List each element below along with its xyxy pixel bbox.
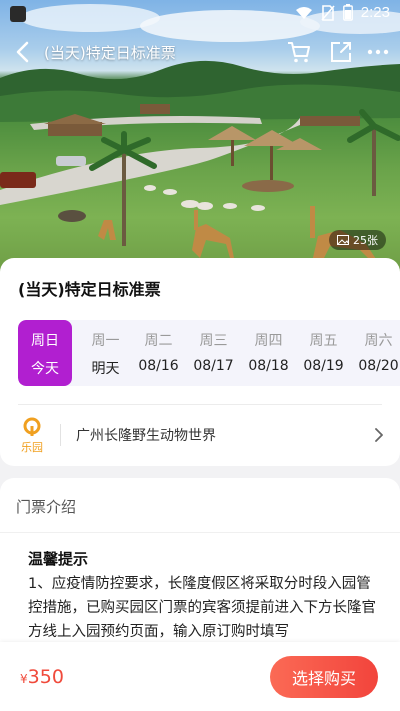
- intro-title: 门票介绍: [16, 498, 77, 516]
- park-logo-text: 乐园: [21, 441, 43, 454]
- date-option-0817[interactable]: 周三 08/17: [186, 320, 241, 386]
- nav-bar: (当天)特定日标准票: [0, 34, 400, 70]
- weekday-label: 周四: [254, 333, 283, 349]
- select-purchase-button[interactable]: 选择购买: [270, 656, 378, 698]
- date-label: 08/18: [248, 358, 289, 374]
- share-icon[interactable]: [328, 39, 354, 65]
- photo-count-badge[interactable]: 25张: [329, 230, 386, 250]
- status-bar: 2:23: [0, 0, 400, 28]
- notification-icon: [10, 6, 26, 22]
- date-label: 明天: [91, 361, 120, 377]
- chevron-right-icon: [375, 428, 383, 442]
- weekday-label: 周二: [144, 333, 173, 349]
- date-option-today[interactable]: 周日 今天: [18, 320, 72, 386]
- date-option-0818[interactable]: 周四 08/18: [241, 320, 296, 386]
- price-amount: 350: [27, 666, 64, 688]
- weekday-label: 周六: [364, 333, 393, 349]
- weekday-label: 周日: [31, 333, 59, 349]
- clock: 2:23: [360, 4, 390, 21]
- date-option-0820[interactable]: 周六 08/20: [351, 320, 400, 386]
- date-label: 08/19: [303, 358, 344, 374]
- purchase-bar: ¥350 选择购买: [0, 642, 400, 711]
- date-label: 08/20: [358, 358, 399, 374]
- park-logo-icon: 乐园: [21, 417, 43, 454]
- date-selector: 周日 今天 周一 明天 周二 08/16 周三 08/17 周四 08/18 周…: [18, 320, 400, 386]
- weekday-label: 周三: [199, 333, 228, 349]
- date-option-tomorrow[interactable]: 周一 明天: [78, 320, 133, 386]
- wifi-icon: [295, 6, 312, 19]
- currency-symbol: ¥: [20, 672, 28, 686]
- divider: [60, 424, 61, 446]
- back-icon[interactable]: [10, 38, 38, 66]
- date-option-0819[interactable]: 周五 08/19: [296, 320, 351, 386]
- image-icon: [337, 235, 349, 245]
- date-label: 08/17: [193, 358, 234, 374]
- photo-count: 25张: [353, 234, 378, 247]
- date-label: 08/16: [138, 358, 179, 374]
- ticket-title: (当天)特定日标准票: [18, 280, 161, 299]
- ticket-card: (当天)特定日标准票 周日 今天 周一 明天 周二 08/16 周三 08/17…: [0, 258, 400, 466]
- battery-icon: [342, 4, 353, 21]
- price: ¥350: [20, 666, 64, 688]
- weekday-label: 周五: [309, 333, 338, 349]
- no-sim-icon: [321, 4, 335, 21]
- divider: [18, 404, 382, 405]
- tip-title: 温馨提示: [28, 550, 89, 568]
- cart-icon[interactable]: [286, 39, 312, 65]
- tip-body: 1、应疫情防控要求，长隆度假区将采取分时段入园管控措施，已购买园区门票的宾客须提…: [28, 576, 376, 640]
- more-icon[interactable]: [364, 39, 392, 65]
- weekday-label: 周一: [91, 333, 120, 349]
- nav-title: (当天)特定日标准票: [44, 44, 176, 62]
- park-name: 广州长隆野生动物世界: [76, 428, 216, 444]
- date-option-0816[interactable]: 周二 08/16: [131, 320, 186, 386]
- divider: [0, 532, 400, 533]
- date-label: 今天: [31, 361, 59, 377]
- park-link[interactable]: 乐园 广州长隆野生动物世界: [0, 406, 400, 464]
